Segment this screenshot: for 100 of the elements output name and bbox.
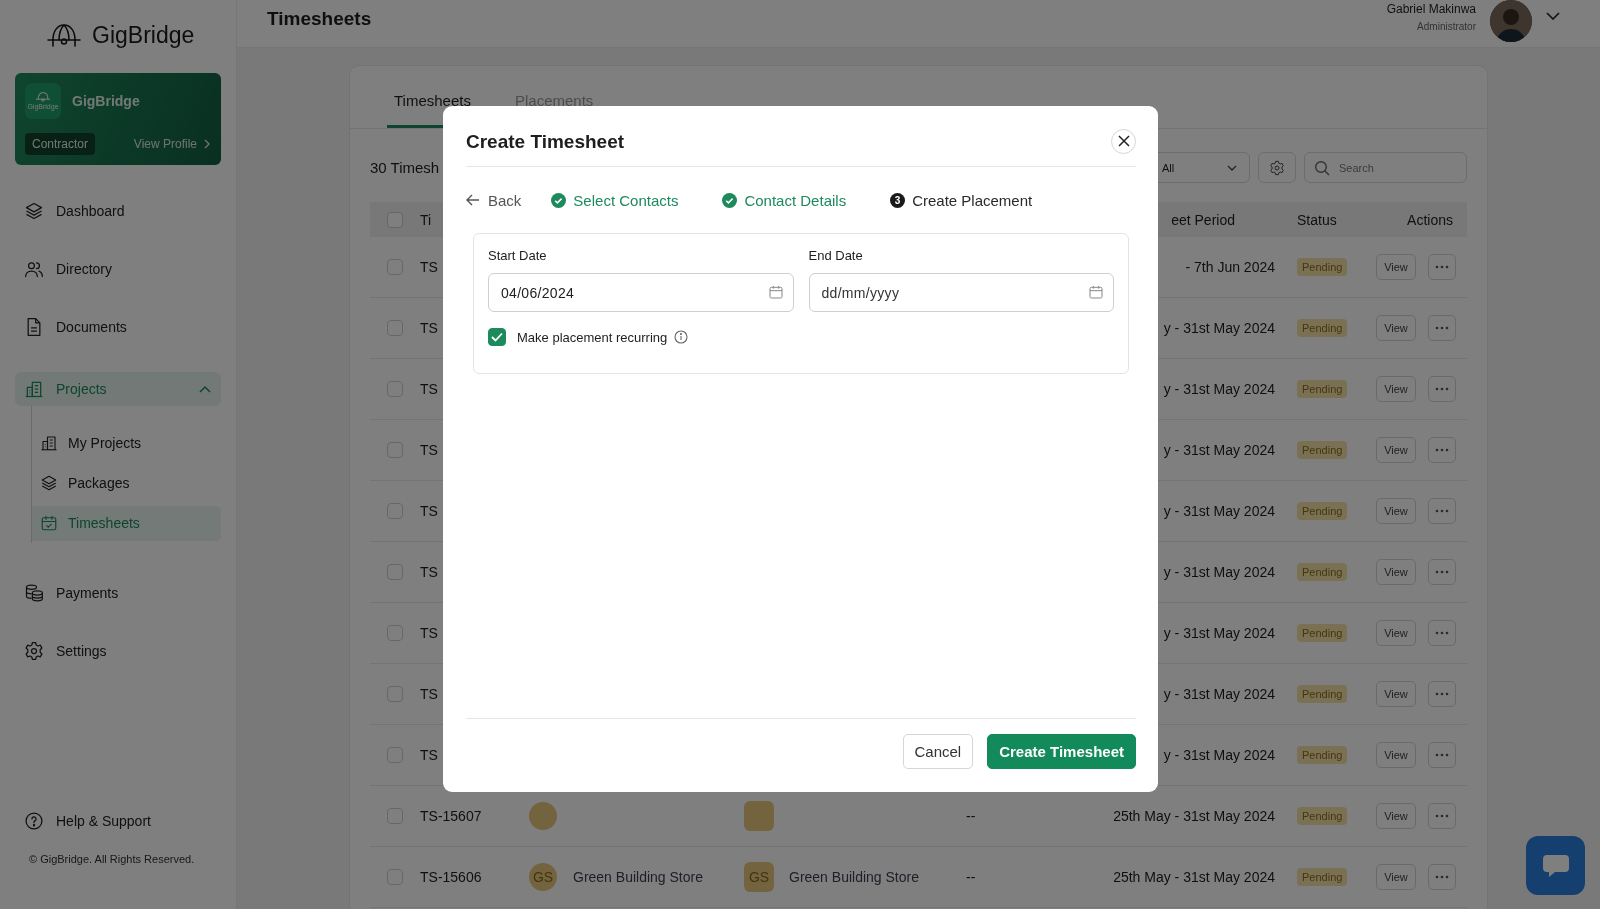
select-all-checkbox[interactable]	[387, 211, 403, 228]
settings-icon	[24, 641, 44, 661]
nav-subitem[interactable]: My Projects	[32, 425, 221, 461]
settings-icon	[1269, 159, 1285, 176]
view-button[interactable]: View	[1376, 620, 1416, 646]
row-checkbox[interactable]	[387, 564, 403, 580]
row-checkbox[interactable]	[387, 442, 403, 458]
view-button[interactable]: View	[1376, 803, 1416, 829]
view-button[interactable]: View	[1376, 559, 1416, 585]
more-button[interactable]	[1428, 315, 1456, 341]
back-button[interactable]: Back	[466, 191, 522, 209]
view-button[interactable]: View	[1376, 681, 1416, 707]
row-checkbox[interactable]	[387, 747, 403, 763]
status-badge: Pending	[1297, 502, 1348, 520]
nav-subitem[interactable]: Timesheets	[32, 505, 221, 541]
timesheet-id: TS	[420, 503, 439, 519]
more-icon	[1435, 570, 1449, 574]
chevron-right-icon	[203, 139, 211, 149]
period-cell: y - 31st May 2024	[1163, 320, 1275, 336]
nav-item[interactable]: Settings	[15, 622, 221, 680]
more-button[interactable]	[1428, 254, 1456, 280]
period-cell: 25th May - 31st May 2024	[1113, 808, 1275, 824]
building-icon	[40, 434, 58, 452]
more-button[interactable]	[1428, 376, 1456, 402]
user-avatar[interactable]	[1490, 0, 1532, 42]
search-icon	[1314, 160, 1330, 176]
column-header: Status	[1296, 211, 1338, 228]
reference-cell: --	[966, 808, 976, 824]
contact-avatar	[529, 802, 557, 830]
column-header: Actions	[1406, 211, 1454, 228]
row-checkbox[interactable]	[387, 503, 403, 519]
timesheet-id: TS	[420, 381, 439, 397]
more-button[interactable]	[1428, 864, 1456, 890]
calendar-icon	[40, 514, 58, 532]
timesheet-id: TS-15606	[420, 869, 483, 885]
chat-button[interactable]	[1526, 836, 1585, 895]
step-number: 3	[890, 192, 906, 208]
arrow-left-icon	[466, 194, 480, 206]
view-button[interactable]: View	[1376, 498, 1416, 524]
row-checkbox[interactable]	[387, 869, 403, 885]
role-badge: Contractor	[25, 133, 96, 155]
nav-subitem[interactable]: Packages	[32, 465, 221, 501]
status-badge: Pending	[1297, 441, 1348, 459]
more-icon	[1435, 631, 1449, 635]
layers-icon	[40, 474, 58, 492]
view-button[interactable]: View	[1376, 864, 1416, 890]
view-button[interactable]: View	[1376, 742, 1416, 768]
row-checkbox[interactable]	[387, 686, 403, 702]
nav-item[interactable]: Payments	[15, 564, 221, 622]
check-circle-icon	[722, 192, 738, 208]
timesheet-id: TS-15607	[420, 808, 483, 824]
more-icon	[1435, 692, 1449, 696]
date-field[interactable]: 04/06/2024	[488, 273, 794, 312]
status-badge: Pending	[1297, 868, 1348, 886]
recurring-checkbox[interactable]	[488, 328, 506, 346]
nav-item[interactable]: Documents	[15, 298, 221, 356]
field-label: Start Date	[488, 248, 548, 263]
search-field[interactable]: Search	[1304, 152, 1467, 183]
close-button[interactable]	[1111, 128, 1136, 154]
timesheet-id: TS	[420, 259, 439, 275]
more-button[interactable]	[1428, 681, 1456, 707]
user-role: Administrator	[1417, 21, 1476, 32]
period-cell: y - 31st May 2024	[1163, 625, 1275, 641]
nav-item[interactable]: Directory	[15, 240, 221, 298]
view-button[interactable]: View	[1376, 437, 1416, 463]
period-cell: y - 31st May 2024	[1163, 381, 1275, 397]
view-button[interactable]: View	[1376, 376, 1416, 402]
more-button[interactable]	[1428, 437, 1456, 463]
chevron-down-icon[interactable]	[1546, 12, 1560, 20]
reference-cell: --	[966, 869, 976, 885]
settings-button[interactable]	[1258, 152, 1296, 183]
timesheet-id: TS	[420, 442, 439, 458]
copyright-text: © GigBridge. All Rights Reserved.	[28, 852, 196, 867]
logo-icon	[46, 22, 82, 48]
timesheet-count: 30 Timesh	[370, 159, 440, 176]
view-button[interactable]: View	[1376, 254, 1416, 280]
status-badge: Pending	[1297, 746, 1348, 764]
row-checkbox[interactable]	[387, 625, 403, 641]
more-icon	[1435, 814, 1449, 818]
status-badge: Pending	[1297, 258, 1348, 276]
create-button[interactable]: Create Timesheet	[987, 734, 1136, 769]
field-label: End Date	[808, 248, 864, 263]
more-button[interactable]	[1428, 559, 1456, 585]
more-button[interactable]	[1428, 498, 1456, 524]
nav-item[interactable]: Dashboard	[15, 182, 221, 240]
view-button[interactable]: View	[1376, 315, 1416, 341]
date-field[interactable]: dd/mm/yyyy	[808, 273, 1114, 312]
more-button[interactable]	[1428, 803, 1456, 829]
cancel-button[interactable]: Cancel	[902, 734, 974, 769]
timesheet-id: TS	[420, 564, 439, 580]
more-button[interactable]	[1428, 742, 1456, 768]
row-checkbox[interactable]	[387, 320, 403, 336]
more-button[interactable]	[1428, 620, 1456, 646]
row-checkbox[interactable]	[387, 808, 403, 824]
row-checkbox[interactable]	[387, 381, 403, 397]
row-checkbox[interactable]	[387, 259, 403, 275]
view-profile-link[interactable]: View Profile	[133, 137, 211, 151]
help-link[interactable]: Help & Support	[15, 801, 221, 841]
nav-item[interactable]: Projects	[15, 372, 221, 406]
dialog-title: Create Timesheet	[466, 130, 625, 153]
